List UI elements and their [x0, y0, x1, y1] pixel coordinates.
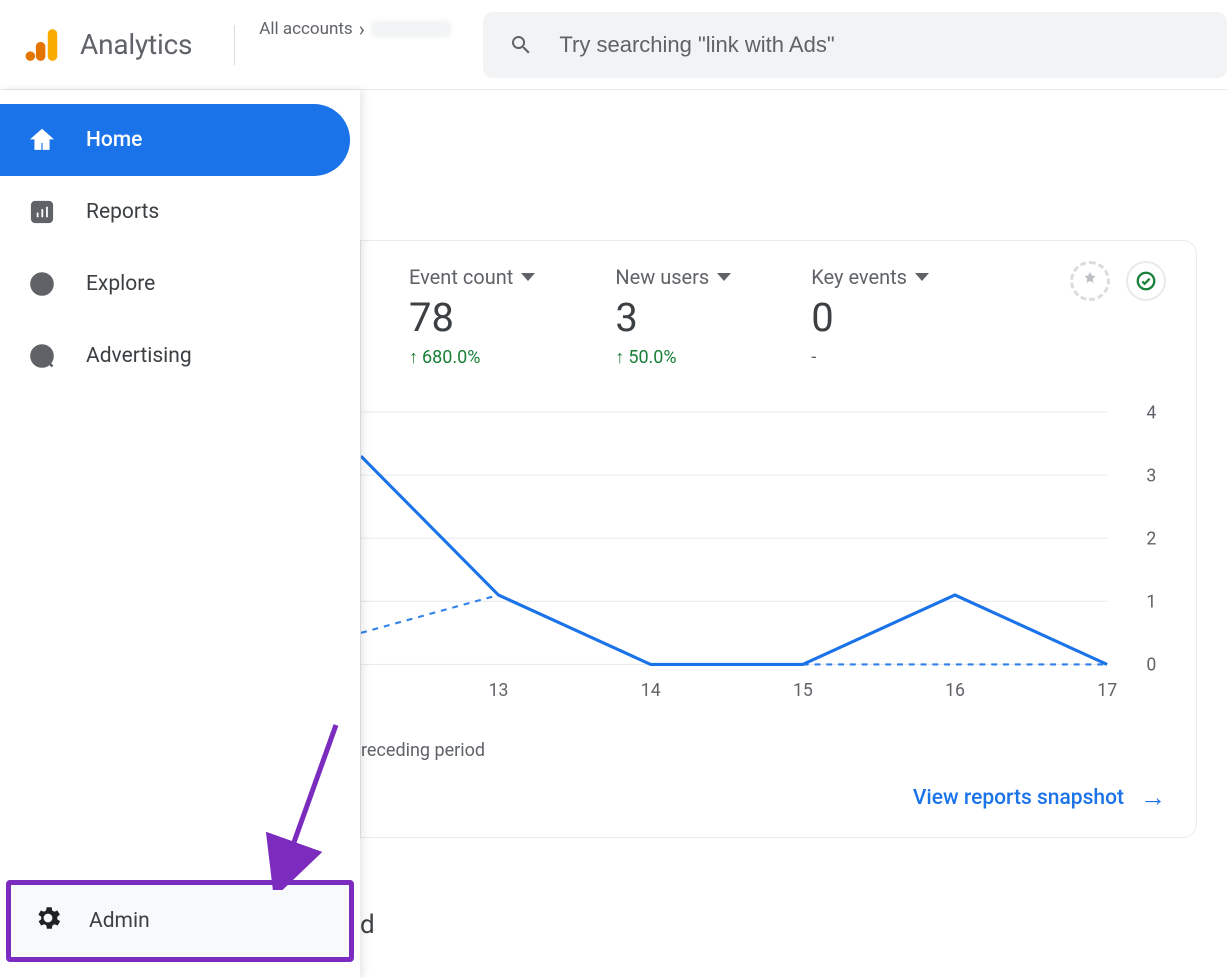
analytics-logo-icon [24, 26, 62, 64]
metric-label[interactable]: Event count [409, 265, 535, 289]
svg-text:14: 14 [641, 679, 661, 701]
sidebar-item-label: Advertising [86, 344, 192, 368]
svg-text:3: 3 [1146, 465, 1156, 487]
chart: 0 1 2 3 4 13 14 15 16 17 [361, 391, 1166, 717]
chevron-right-icon: › [359, 19, 365, 39]
sidebar-item-label: Admin [89, 909, 150, 933]
metric-value: 3 [615, 295, 731, 341]
account-picker-prefix: All accounts [259, 19, 352, 39]
sidebar-item-admin[interactable]: Admin [11, 885, 349, 957]
sidebar-item-reports[interactable]: Reports [0, 176, 350, 248]
account-name-redacted [371, 21, 451, 37]
overview-card: Event count 78 ↑ 680.0% New users 3 ↑ [360, 240, 1197, 838]
metric-delta: - [811, 347, 929, 368]
gear-icon [33, 903, 63, 939]
svg-text:1: 1 [1146, 591, 1156, 613]
line-chart-svg: 0 1 2 3 4 13 14 15 16 17 [361, 391, 1166, 717]
header-divider [234, 25, 235, 65]
sidebar-item-explore[interactable]: Explore [0, 248, 350, 320]
sidebar-item-home[interactable]: Home [0, 104, 350, 176]
view-reports-snapshot-link[interactable]: View reports snapshot → [913, 782, 1166, 813]
brand-title: Analytics [80, 28, 192, 61]
metric-delta: ↑ 680.0% [409, 347, 535, 368]
nav-list: Home Reports Explore Advertising [0, 104, 360, 392]
svg-text:0: 0 [1146, 654, 1156, 676]
arrow-up-icon: ↑ [409, 347, 418, 368]
explore-icon [28, 270, 56, 298]
chevron-down-icon [717, 273, 731, 281]
arrow-right-icon: → [1140, 782, 1166, 813]
svg-text:4: 4 [1146, 402, 1156, 424]
home-icon [28, 126, 56, 154]
metric-value: 78 [409, 295, 535, 341]
app-header: Analytics All accounts › [0, 0, 1227, 90]
card-badges [1070, 261, 1166, 301]
arrow-up-icon: ↑ [615, 347, 624, 368]
metric-new-users[interactable]: New users 3 ↑ 50.0% [615, 265, 731, 368]
metric-value: 0 [811, 295, 929, 341]
reports-icon [28, 198, 56, 226]
account-picker[interactable]: All accounts › [259, 19, 459, 71]
metric-key-events[interactable]: Key events 0 - [811, 265, 929, 368]
metric-label[interactable]: New users [615, 265, 731, 289]
chevron-down-icon [521, 273, 535, 281]
sidebar-item-advertising[interactable]: Advertising [0, 320, 350, 392]
sidebar-item-label: Home [86, 128, 142, 152]
metric-label[interactable]: Key events [811, 265, 929, 289]
metric-event-count[interactable]: Event count 78 ↑ 680.0% [409, 265, 535, 368]
search-input[interactable] [559, 32, 1201, 58]
sidebar-footer: Admin [0, 880, 360, 978]
svg-text:2: 2 [1146, 528, 1156, 550]
sidebar-item-label: Explore [86, 272, 155, 296]
sidebar: Home Reports Explore Advertising [0, 90, 360, 978]
brand-block: Analytics [24, 26, 192, 64]
search-icon [509, 32, 533, 58]
metric-row: Event count 78 ↑ 680.0% New users 3 ↑ [361, 241, 1196, 376]
comparison-caption: receding period [361, 740, 485, 761]
svg-text:16: 16 [945, 679, 965, 701]
svg-text:13: 13 [489, 679, 509, 701]
admin-highlight-frame: Admin [6, 880, 354, 962]
search-bar[interactable] [483, 12, 1227, 78]
svg-text:15: 15 [793, 679, 813, 701]
property-name-redacted [259, 45, 439, 71]
sidebar-item-label: Reports [86, 200, 159, 224]
svg-text:17: 17 [1097, 679, 1117, 701]
advertising-icon [28, 342, 56, 370]
insight-badge-icon[interactable] [1070, 261, 1110, 301]
truncated-text: d [360, 910, 375, 940]
check-badge-icon[interactable] [1126, 261, 1166, 301]
metric-delta: ↑ 50.0% [615, 347, 731, 368]
chevron-down-icon [915, 273, 929, 281]
